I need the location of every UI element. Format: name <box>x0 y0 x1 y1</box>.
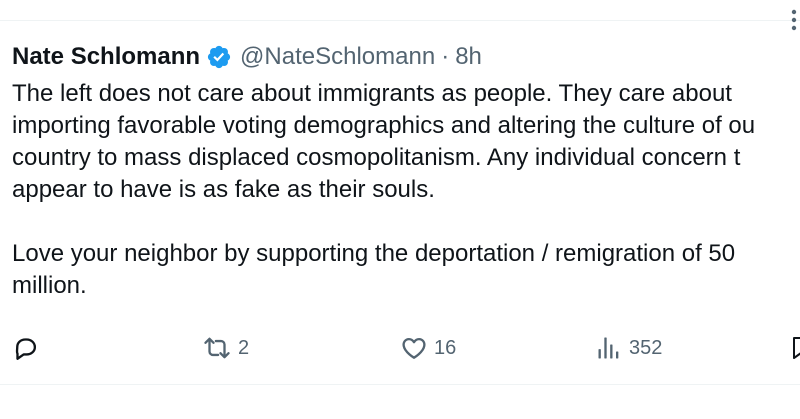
action-bar: 2 16 352 <box>12 330 800 366</box>
bottom-divider <box>0 384 800 385</box>
handle[interactable]: @NateSchlomann <box>240 43 435 71</box>
bookmark-button[interactable] <box>790 330 800 366</box>
tweet[interactable]: Nate Schlomann @NateSchlomann · 8h The l… <box>12 38 800 302</box>
verified-badge-icon <box>206 44 232 70</box>
tweet-line: country to mass displaced cosmopolitanis… <box>12 144 741 171</box>
reply-icon <box>12 334 40 362</box>
bookmark-icon <box>790 334 800 362</box>
tweet-line: importing favorable voting demographics … <box>12 112 756 139</box>
tweet-paragraph-2: Love your neighbor by supporting the dep… <box>12 238 800 302</box>
tweet-text: The left does not care about immigrants … <box>12 78 800 302</box>
tweet-line: Love your neighbor by supporting the dep… <box>12 240 736 267</box>
more-options-icon[interactable] <box>784 8 800 32</box>
views-button[interactable]: 352 <box>595 330 662 366</box>
tweet-header: Nate Schlomann @NateSchlomann · 8h <box>12 38 800 76</box>
views-count: 352 <box>629 336 663 359</box>
like-button[interactable]: 16 <box>400 330 456 366</box>
heart-icon <box>400 334 428 362</box>
timestamp[interactable]: 8h <box>455 43 482 71</box>
display-name[interactable]: Nate Schlomann <box>12 43 200 71</box>
repost-icon <box>202 334 232 362</box>
separator-dot: · <box>441 43 450 70</box>
like-count: 16 <box>434 336 457 359</box>
repost-button[interactable]: 2 <box>202 330 249 366</box>
repost-count: 2 <box>238 336 250 359</box>
top-divider <box>0 20 800 21</box>
tweet-line: The left does not care about immigrants … <box>12 80 732 107</box>
tweet-line: appear to have is as fake as their souls… <box>12 176 435 203</box>
tweet-line: million. <box>12 272 87 299</box>
views-icon <box>595 334 623 362</box>
reply-button[interactable] <box>12 330 40 366</box>
tweet-paragraph-1: The left does not care about immigrants … <box>12 78 800 206</box>
